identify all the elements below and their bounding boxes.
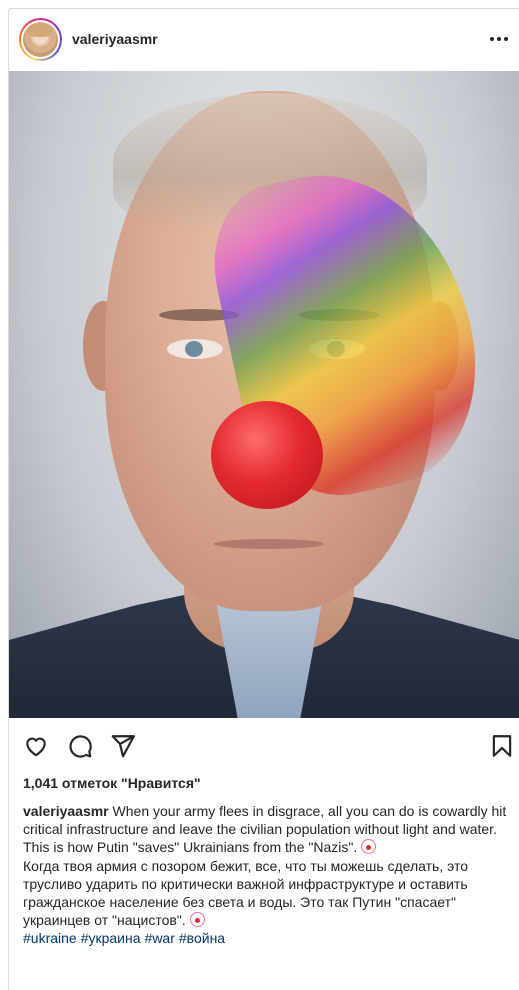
hashtag-list: #ukraine #украина #war #война <box>23 929 513 947</box>
hashtag[interactable]: #ukraine <box>23 930 77 946</box>
bookmark-icon[interactable] <box>488 732 516 760</box>
comment-icon[interactable] <box>66 732 94 760</box>
post-actions <box>9 726 519 766</box>
clown-face-icon <box>189 912 205 928</box>
caption-username[interactable]: valeriyaasmr <box>23 803 109 819</box>
post-image[interactable] <box>9 71 519 718</box>
post-header: valeriyaasmr <box>9 9 519 71</box>
caption-text-ru: Когда твоя армия с позором бежит, все, ч… <box>23 857 469 929</box>
post-username[interactable]: valeriyaasmr <box>72 31 158 47</box>
image-clown-nose <box>211 401 323 509</box>
hashtag[interactable]: #война <box>179 930 225 946</box>
send-icon[interactable] <box>109 732 137 760</box>
avatar[interactable] <box>19 18 62 61</box>
heart-icon[interactable] <box>22 732 50 760</box>
more-options-icon[interactable] <box>487 27 511 51</box>
avatar-photo <box>23 22 58 57</box>
post-caption: valeriyaasmr When your army flees in dis… <box>23 802 513 948</box>
post-card: valeriyaasmr 1,041 отметок "Нравится" va… <box>8 8 519 990</box>
image-eye-left <box>167 339 223 359</box>
image-mouth <box>214 539 324 549</box>
avatar-border <box>21 20 60 59</box>
likes-count[interactable]: 1,041 отметок "Нравится" <box>23 775 201 791</box>
clown-face-icon <box>361 839 377 855</box>
hashtag[interactable]: #украина <box>81 930 141 946</box>
hashtag[interactable]: #war <box>145 930 175 946</box>
